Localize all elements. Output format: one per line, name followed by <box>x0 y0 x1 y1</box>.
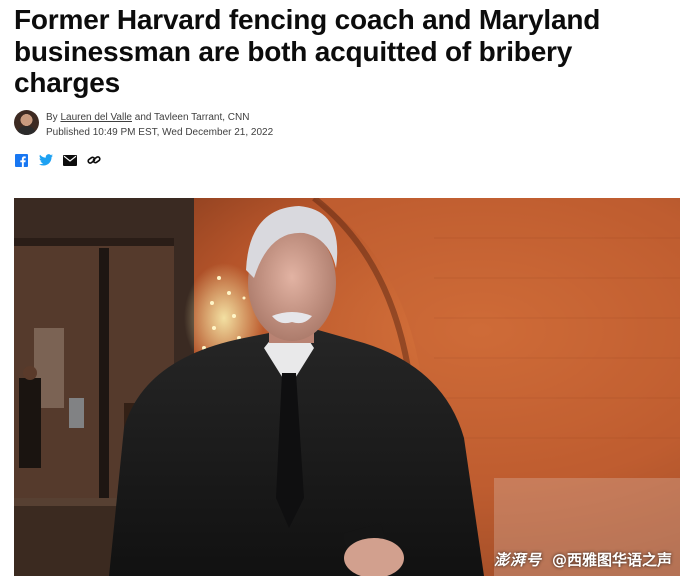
author-link[interactable]: Lauren del Valle <box>60 112 132 123</box>
byline-rest: and Tavleen Tarrant, CNN <box>132 112 250 123</box>
author-avatar[interactable] <box>14 110 39 135</box>
facebook-icon[interactable] <box>14 153 29 168</box>
watermark: 澎湃号 @西雅图华语之声 <box>494 549 672 570</box>
twitter-icon[interactable] <box>38 153 53 168</box>
article-photo[interactable]: 澎湃号 @西雅图华语之声 <box>14 198 680 576</box>
watermark-text: @西雅图华语之声 <box>551 551 672 569</box>
share-bar <box>14 152 101 168</box>
photo-illustration <box>14 198 680 576</box>
link-icon[interactable] <box>86 153 101 168</box>
email-icon[interactable] <box>62 153 77 168</box>
watermark-logo: 澎湃号 <box>493 551 542 569</box>
article-headline: Former Harvard fencing coach and Marylan… <box>14 4 601 98</box>
published-timestamp: Published 10:49 PM EST, Wed December 21,… <box>46 127 274 138</box>
byline-prefix: By <box>46 112 61 123</box>
byline-text: By Lauren del Valle and Tavleen Tarrant,… <box>46 110 273 140</box>
byline: By Lauren del Valle and Tavleen Tarrant,… <box>14 110 514 140</box>
